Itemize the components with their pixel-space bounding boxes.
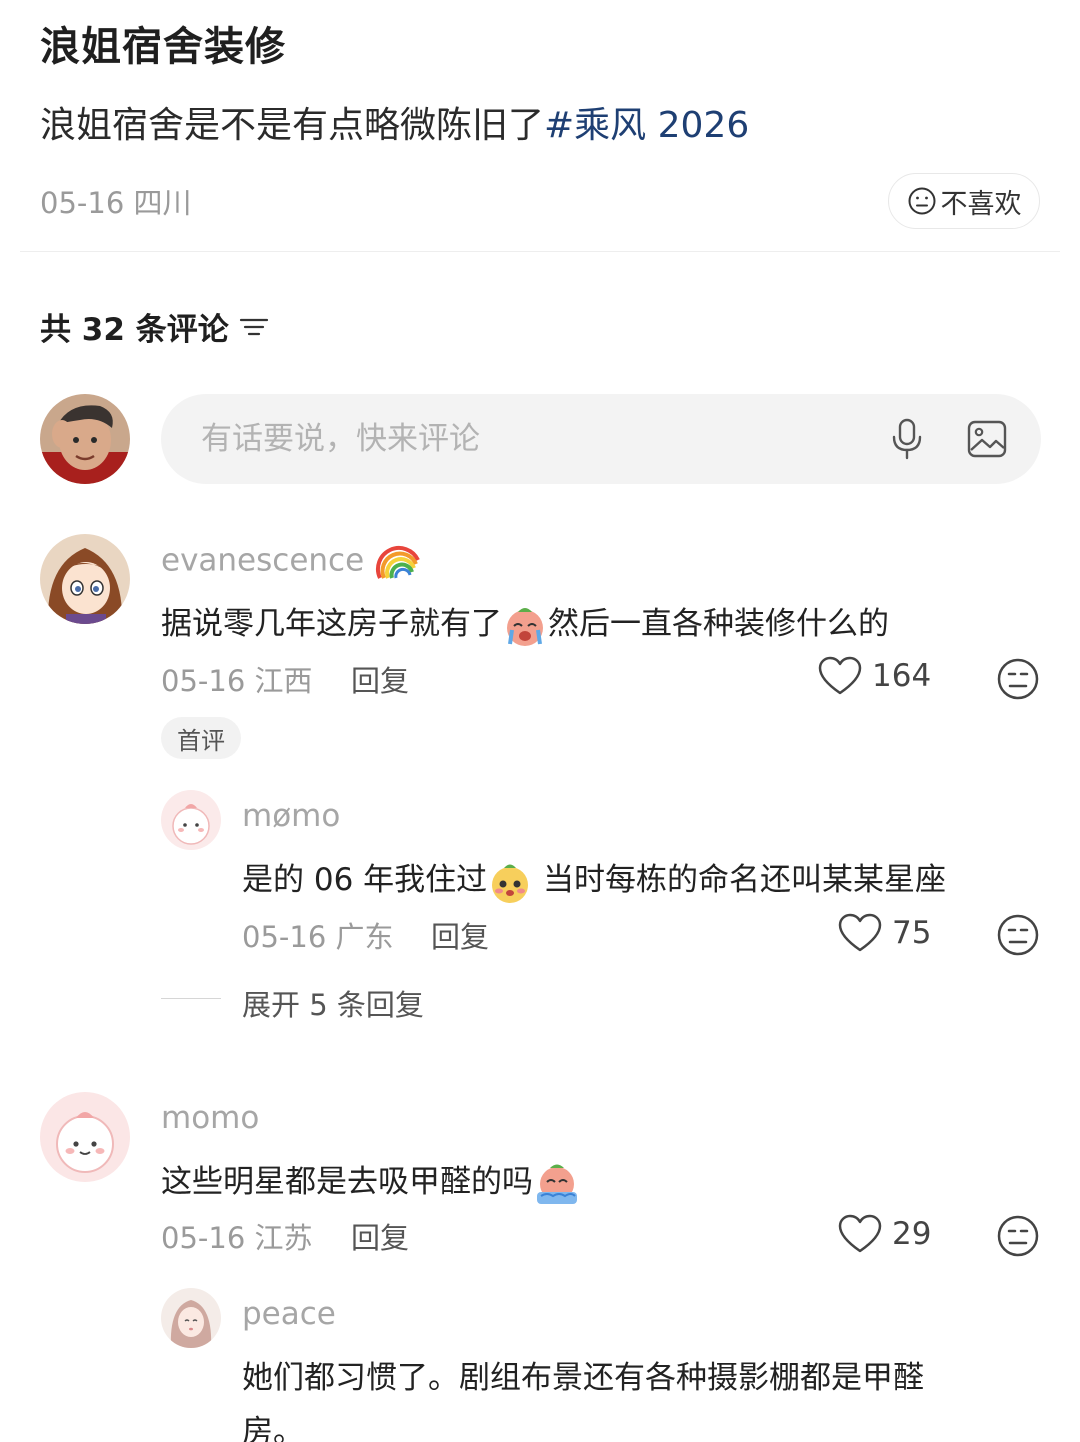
comment-text-part: 据说零几年这房子就有了: [161, 606, 502, 642]
reply-text: 是的 06 年我住过 当时每栋的命名还叫某某星座: [242, 854, 946, 904]
post-meta: 05-16 四川: [40, 186, 192, 220]
reply-username[interactable]: peace: [242, 1296, 336, 1332]
reply-text-line: 她们都习惯了。剧组布景还有各种摄影棚都是甲醛: [242, 1360, 924, 1396]
avatar[interactable]: [161, 1288, 221, 1348]
blushing-face-icon: [492, 864, 529, 903]
post-body: 浪姐宿舍是不是有点略微陈旧了#乘风 2026: [40, 96, 749, 148]
post-title: 浪姐宿舍装修: [40, 24, 286, 70]
comment-username[interactable]: evanescence: [161, 543, 364, 579]
comment-text-part: 这些明星都是去吸甲醛的吗: [161, 1164, 533, 1200]
like-button[interactable]: 75: [838, 913, 931, 953]
neutral-face-icon: [908, 187, 935, 215]
post-text: 浪姐宿舍是不是有点略微陈旧了: [40, 105, 545, 146]
comment-meta: 05-16 江西: [161, 664, 313, 698]
comment-input[interactable]: [201, 394, 861, 484]
dislike-button[interactable]: 不喜欢: [888, 173, 1040, 229]
rainbow-icon: [376, 546, 420, 579]
dislike-label: 不喜欢: [940, 188, 1022, 220]
comment-username[interactable]: momo: [161, 1100, 259, 1136]
heart-icon: [818, 656, 862, 695]
comment-text: 据说零几年这房子就有了 然后一直各种装修什么的: [161, 598, 889, 648]
microphone-icon[interactable]: [889, 418, 925, 460]
reply-button[interactable]: 回复: [431, 914, 489, 956]
dislike-face-icon[interactable]: [996, 657, 1040, 701]
like-button[interactable]: 164: [818, 656, 931, 696]
dislike-face-icon[interactable]: [996, 913, 1040, 957]
first-comment-badge: 首评: [161, 717, 241, 759]
my-avatar[interactable]: [40, 394, 130, 484]
expand-replies-button[interactable]: 展开 5 条回复: [242, 982, 424, 1024]
comment-meta: 05-16 江苏: [161, 1221, 313, 1255]
reply-text-part: 当时每栋的命名还叫某某星座: [533, 862, 947, 898]
crying-face-icon: [537, 1164, 577, 1204]
dislike-face-icon[interactable]: [996, 1214, 1040, 1258]
reply-username[interactable]: mømo: [242, 798, 340, 834]
like-button[interactable]: 29: [838, 1214, 931, 1254]
reply-text-part: 是的 06 年我住过: [242, 862, 488, 898]
comment-text-part: 然后一直各种装修什么的: [548, 606, 889, 642]
reply-button[interactable]: 回复: [351, 658, 409, 700]
divider: [20, 251, 1060, 252]
image-icon[interactable]: [967, 420, 1007, 458]
expand-divider: [161, 998, 221, 999]
crying-face-icon: [507, 607, 543, 646]
hashtag-link[interactable]: #乘风 2026: [544, 105, 749, 146]
avatar[interactable]: [40, 1092, 130, 1182]
heart-icon: [838, 1214, 882, 1253]
like-count: 29: [892, 1216, 932, 1252]
comments-count-row: 共 32 条评论: [40, 304, 269, 349]
comment-text: 这些明星都是去吸甲醛的吗: [161, 1156, 581, 1206]
sort-filter-icon[interactable]: [239, 315, 269, 339]
reply-meta: 05-16 广东: [242, 920, 394, 954]
comments-count: 共 32 条评论: [40, 312, 229, 348]
reply-text-line: 房。: [242, 1414, 304, 1442]
comment-username-row: evanescence: [161, 542, 420, 582]
like-count: 164: [872, 658, 932, 694]
comment-input-box[interactable]: [161, 394, 1041, 484]
like-count: 75: [892, 915, 932, 951]
avatar[interactable]: [40, 534, 130, 624]
avatar[interactable]: [161, 790, 221, 850]
reply-button[interactable]: 回复: [351, 1215, 409, 1257]
heart-icon: [838, 913, 882, 952]
